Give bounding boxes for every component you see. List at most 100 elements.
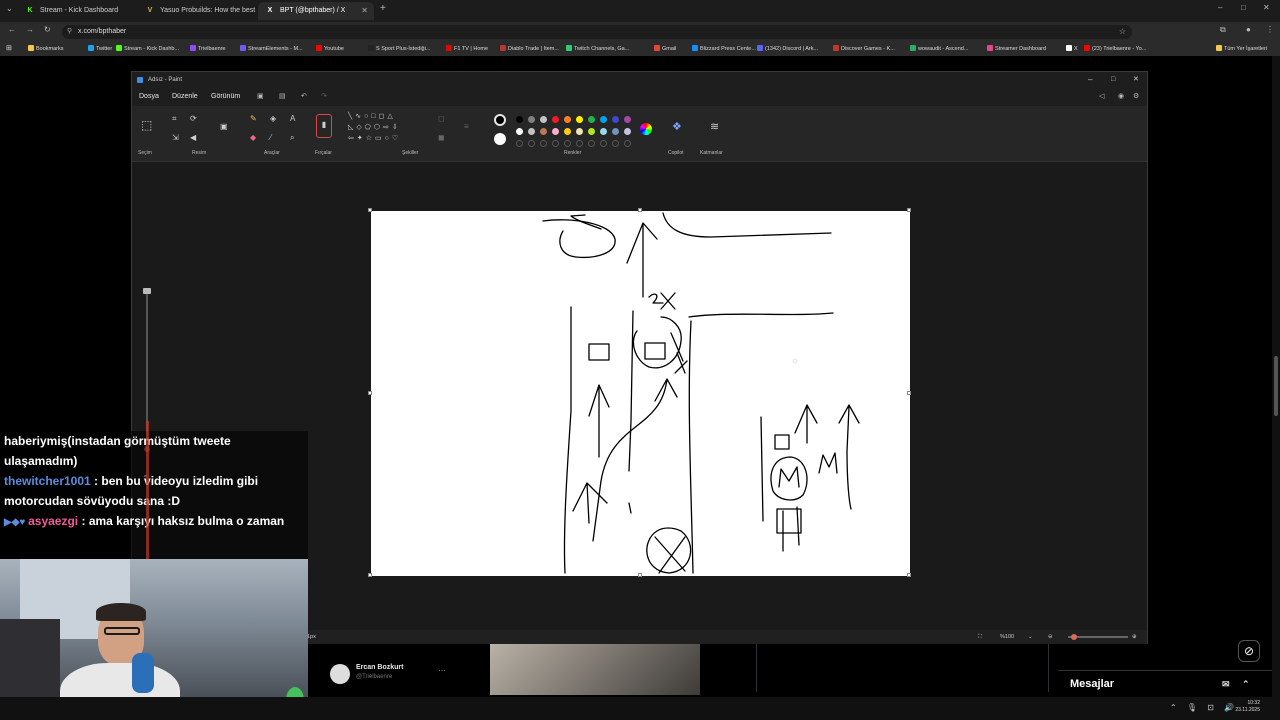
outline-icon[interactable]: ◻	[438, 114, 445, 123]
system-clock[interactable]: 10:32 23.11.2025	[1235, 700, 1260, 714]
bookmark-star-icon[interactable]: ☆	[1119, 25, 1126, 39]
tab-search-button[interactable]: ⌄	[6, 4, 13, 13]
canvas-resize-handle[interactable]	[368, 391, 372, 395]
zoom-dropdown-icon[interactable]: ⌄	[1028, 630, 1033, 644]
magnifier-icon[interactable]: ⌕	[290, 133, 294, 143]
eraser-icon[interactable]: ◆	[250, 133, 256, 142]
tab-kick-dashboard[interactable]: K Stream - Kick Dashboard	[18, 2, 138, 20]
image-select-icon[interactable]: ▣	[220, 122, 228, 131]
scrollbar-thumb[interactable]	[1274, 356, 1278, 416]
color-swatch-1-4[interactable]	[564, 116, 571, 123]
apps-grid-icon[interactable]: ⊞	[6, 42, 12, 56]
close-window-button[interactable]: ✕	[1263, 3, 1270, 12]
canvas-resize-handle[interactable]	[907, 208, 911, 212]
color-swatch-2-2[interactable]	[540, 128, 547, 135]
custom-color-slot[interactable]	[552, 140, 559, 147]
all-bookmarks-link[interactable]: Tüm Yer İşaretleri	[1216, 42, 1267, 56]
canvas-resize-handle[interactable]	[907, 391, 911, 395]
bookmark-item[interactable]: S Sport Plus-İstediği...	[368, 42, 430, 56]
redo-icon[interactable]: ↷	[321, 88, 327, 106]
color-swatch-2-9[interactable]	[624, 128, 631, 135]
pencil-icon[interactable]: ✎	[250, 114, 257, 123]
custom-color-slot[interactable]	[600, 140, 607, 147]
tab-bpt-x[interactable]: X BPT (@bpthaber) / X ✕	[258, 2, 374, 20]
expand-chevron-icon[interactable]: ⌃	[1242, 671, 1250, 697]
site-info-icon[interactable]: ⚲	[67, 25, 72, 39]
custom-color-slot[interactable]	[588, 140, 595, 147]
undo-icon[interactable]: ↶	[301, 88, 307, 106]
color-swatch-2-0[interactable]	[516, 128, 523, 135]
account-icon[interactable]: ◉	[1118, 88, 1124, 106]
color-swatch-2-3[interactable]	[552, 128, 559, 135]
color-swatch-1-5[interactable]	[576, 116, 583, 123]
color-swatch-1-1[interactable]	[528, 116, 535, 123]
tab-yasuo-probuilds[interactable]: V Yasuo Probuilds: How the best	[138, 2, 258, 20]
primary-color-swatch[interactable]	[494, 114, 506, 126]
fill-bucket-icon[interactable]: ◈	[270, 114, 276, 123]
slider-handle-top[interactable]	[143, 288, 151, 294]
bookmark-item[interactable]: Trielbaenre	[190, 42, 226, 56]
bookmark-item[interactable]: X	[1066, 42, 1078, 56]
crop-icon[interactable]: ⌗	[172, 114, 177, 124]
drawing-canvas[interactable]	[368, 208, 911, 577]
secondary-color-swatch[interactable]	[494, 133, 506, 145]
color-swatch-2-7[interactable]	[600, 128, 607, 135]
menu-edit[interactable]: Düzenle	[172, 88, 198, 106]
open-icon[interactable]: ▤	[279, 88, 286, 106]
back-arrow-icon[interactable]: ←	[8, 25, 16, 34]
bookmark-item[interactable]: Discover Games - K...	[833, 42, 895, 56]
grok-icon[interactable]: ⊘	[1238, 640, 1260, 662]
color-swatch-1-7[interactable]	[600, 116, 607, 123]
arrow-shape-icon[interactable]: ⇦✦☆▭○♡	[348, 135, 401, 142]
bookmark-item[interactable]: (1342) Discord | Ark...	[757, 42, 818, 56]
close-tab-icon[interactable]: ✕	[361, 2, 368, 20]
layers-icon[interactable]: ≋	[710, 120, 719, 133]
brush-size-slider[interactable]	[146, 292, 148, 442]
maximize-window-button[interactable]: □	[1241, 3, 1246, 12]
minimize-window-button[interactable]: –	[1218, 3, 1222, 12]
new-tab-button[interactable]: +	[380, 3, 386, 14]
author-handle[interactable]: @Trielbaenre	[356, 674, 392, 680]
custom-color-slot[interactable]	[516, 140, 523, 147]
tray-icons[interactable]: ⌃ 🎙 ⊡ 🔊	[1170, 703, 1238, 712]
author-avatar[interactable]	[330, 664, 350, 684]
bookmark-item[interactable]: Stream - Kick Dashb...	[116, 42, 179, 56]
menu-kebab-icon[interactable]: ⋮	[1266, 25, 1274, 34]
shape-size-icon[interactable]: ≡	[464, 122, 469, 131]
tweet-media-image[interactable]	[490, 644, 700, 695]
author-name[interactable]: Ercan Bozkurt	[356, 664, 403, 671]
zoom-slider[interactable]	[1068, 636, 1128, 638]
menu-view[interactable]: Görünüm	[211, 88, 240, 106]
paint-minimize-button[interactable]: –	[1088, 72, 1092, 88]
color-swatch-1-9[interactable]	[624, 116, 631, 123]
extensions-icon[interactable]: ⧉	[1220, 25, 1226, 35]
bookmark-item[interactable]: StreamElements - M...	[240, 42, 303, 56]
more-options-icon[interactable]: ···	[438, 666, 446, 675]
zoom-in-icon[interactable]: ⊕	[1132, 630, 1137, 644]
messages-drawer[interactable]: Mesajlar ✉ ⌃	[1058, 670, 1272, 696]
resize-icon[interactable]: ⇲	[172, 133, 179, 142]
color-swatch-1-3[interactable]	[552, 116, 559, 123]
bookmark-item[interactable]: Twitter	[88, 42, 112, 56]
profile-avatar-icon[interactable]: ●	[1246, 25, 1251, 34]
canvas-resize-handle[interactable]	[368, 208, 372, 212]
bookmark-item[interactable]: Blizzard Press Cente...	[692, 42, 756, 56]
share-icon[interactable]: ◁	[1099, 88, 1104, 106]
bookmark-item[interactable]: wowaudit - Ascend...	[910, 42, 968, 56]
bookmark-item[interactable]: Gmail	[654, 42, 676, 56]
brush-icon[interactable]: ▮	[316, 114, 332, 138]
forward-arrow-icon[interactable]: →	[26, 25, 34, 34]
triangle-shape-icon[interactable]: ◺◇⬠⬡⇨⇩	[348, 124, 401, 131]
color-swatch-1-0[interactable]	[516, 116, 523, 123]
rotate-icon[interactable]: ⟳	[190, 114, 197, 123]
paint-maximize-button[interactable]: □	[1111, 72, 1115, 88]
color-swatch-1-8[interactable]	[612, 116, 619, 123]
paint-close-button[interactable]: ✕	[1133, 72, 1139, 88]
bookmark-item[interactable]: F1 TV | Home	[446, 42, 488, 56]
color-swatch-1-2[interactable]	[540, 116, 547, 123]
zoom-out-icon[interactable]: ⊖	[1048, 630, 1053, 644]
page-scrollbar[interactable]	[1272, 56, 1280, 720]
color-swatch-2-1[interactable]	[528, 128, 535, 135]
text-tool-icon[interactable]: A	[290, 114, 295, 123]
bookmark-item[interactable]: Streamer Dashboard	[987, 42, 1046, 56]
